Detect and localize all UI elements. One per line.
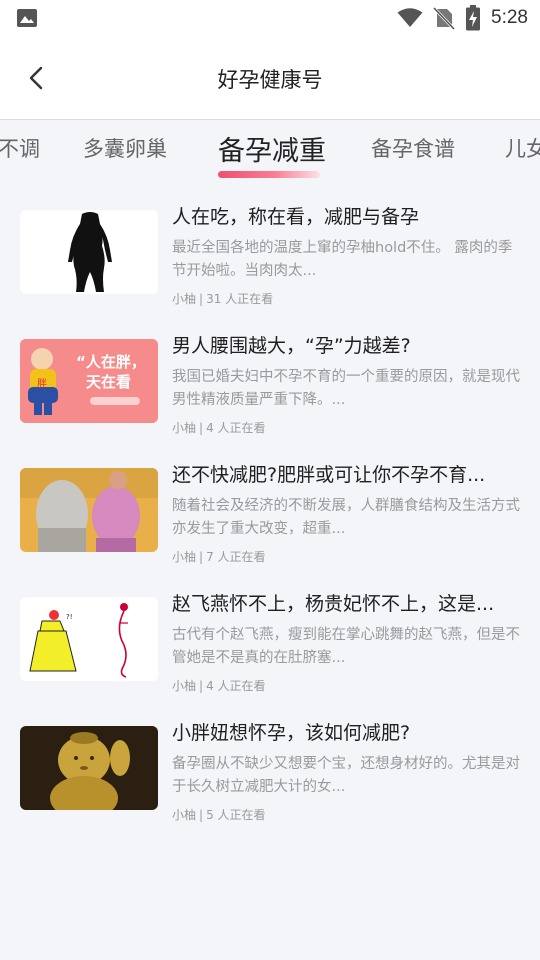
article-thumbnail: ?! [20, 597, 158, 681]
article-viewers: 7 人正在看 [206, 550, 266, 564]
article-title: 赵飞燕怀不上，杨贵妃怀不上，这是... [172, 593, 495, 615]
active-tab-indicator [218, 171, 320, 178]
article-viewers: 4 人正在看 [206, 421, 266, 435]
article-meta: 小柚 | 31 人正在看 [172, 292, 274, 306]
article-thumbnail [20, 210, 158, 294]
tab-recipes[interactable]: 备孕食谱 [371, 133, 455, 163]
article-meta: 小柚 | 7 人正在看 [172, 550, 266, 564]
category-tabs: 不调 多囊卵巢 备孕减重 备孕食谱 儿女 [0, 121, 540, 187]
article-viewers: 31 人正在看 [206, 292, 274, 306]
article-meta: 小柚 | 4 人正在看 [172, 679, 266, 693]
article-thumbnail [20, 468, 158, 552]
article-item[interactable]: 小胖妞想怀孕，该如何减肥? 备孕圈从不缺少又想要个宝，还想身材好的。尤其是对于长… [0, 716, 540, 836]
article-summary: 我国已婚夫妇中不孕不育的一个重要的原因，就是现代男性精液质量严重下降。... [172, 369, 520, 408]
gallery-notification-icon [17, 9, 37, 27]
article-summary: 古代有个赵飞燕，瘦到能在掌心跳舞的赵飞燕，但是不管她是不是真的在肚脐塞... [172, 627, 520, 666]
article-summary: 随着社会及经济的不断发展，人群膳食结构及生活方式亦发生了重大改变，超重... [172, 498, 520, 537]
article-author: 小柚 [172, 292, 197, 306]
article-thumbnail: 胖 “人在胖， 天在看 [20, 339, 158, 423]
page-title: 好孕健康号 [217, 68, 323, 92]
article-author: 小柚 [172, 550, 197, 564]
article-author: 小柚 [172, 679, 197, 693]
silhouette-image [20, 210, 158, 294]
article-item[interactable]: 胖 “人在胖， 天在看 男人腰围越大，“孕”力越差? 我国已婚夫妇中不孕不育的一… [0, 329, 540, 449]
tab-irregular[interactable]: 不调 [0, 133, 40, 163]
article-summary: 最近全国各地的温度上窜的孕柚hold不住。 露肉的季节开始啦。当肉肉太... [172, 240, 513, 279]
wifi-icon [397, 8, 423, 27]
app-bar: 好孕健康号 [0, 36, 540, 120]
article-thumbnail [20, 726, 158, 810]
thumb-line1: “人在胖， [76, 353, 146, 371]
status-time: 5:28 [491, 7, 528, 28]
article-title: 人在吃，称在看，减肥与备孕 [172, 206, 420, 228]
article-meta: 小柚 | 4 人正在看 [172, 421, 266, 435]
people-photo-image [20, 468, 158, 552]
article-item[interactable]: ?! 赵飞燕怀不上，杨贵妃怀不上，这是... 古代有个赵飞燕，瘦到能在掌心跳舞的… [0, 587, 540, 707]
cartoon-banner-image: 胖 “人在胖， 天在看 [20, 339, 158, 423]
tab-pcos[interactable]: 多囊卵巢 [83, 133, 167, 163]
svg-text:?!: ?! [66, 613, 73, 621]
article-title: 小胖妞想怀孕，该如何减肥? [172, 722, 411, 744]
tab-children[interactable]: 儿女 [505, 133, 540, 163]
status-icons: 5:28 [397, 5, 528, 31]
no-sim-icon [432, 6, 456, 30]
thumb-line2: 天在看 [86, 373, 131, 391]
article-item[interactable]: 人在吃，称在看，减肥与备孕 最近全国各地的温度上窜的孕柚hold不住。 露肉的季… [0, 200, 540, 320]
article-item[interactable]: 还不快减肥?肥胖或可让你不孕不育... 随着社会及经济的不断发展，人群膳食结构及… [0, 458, 540, 578]
article-meta: 小柚 | 5 人正在看 [172, 808, 266, 822]
cartoon-dress-image: ?! [20, 597, 158, 681]
thumb-badge-text: 胖 [37, 378, 47, 390]
article-title: 还不快减肥?肥胖或可让你不孕不育... [172, 464, 486, 486]
battery-charging-icon [466, 5, 481, 31]
status-bar: 5:28 [0, 0, 540, 36]
article-viewers: 5 人正在看 [206, 808, 266, 822]
article-title: 男人腰围越大，“孕”力越差? [172, 335, 411, 357]
article-author: 小柚 [172, 421, 197, 435]
statue-photo-image [20, 726, 158, 810]
tab-weight-loss[interactable]: 备孕减重 [218, 129, 326, 168]
article-summary: 备孕圈从不缺少又想要个宝，还想身材好的。尤其是对于长久树立减肥大计的女... [172, 756, 520, 795]
article-viewers: 4 人正在看 [206, 679, 266, 693]
article-author: 小柚 [172, 808, 197, 822]
